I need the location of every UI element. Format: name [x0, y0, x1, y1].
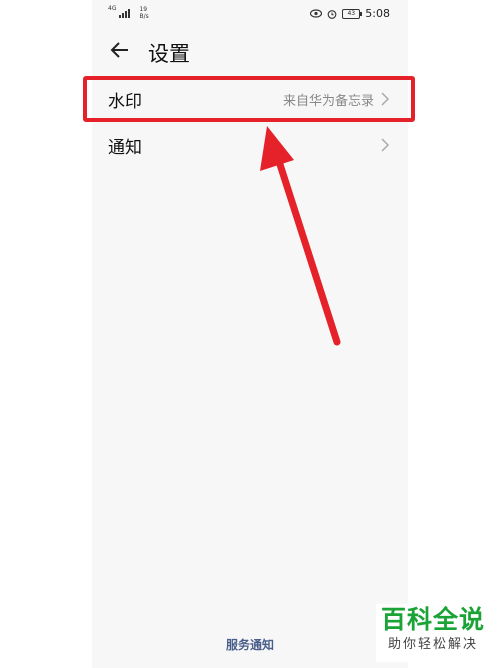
- status-bar: 4G 19 B/s 43 5:08: [92, 0, 408, 26]
- brand-name: 百科全说: [380, 605, 485, 634]
- network-type: 4G: [108, 5, 117, 12]
- watermark-value: 来自华为备忘录: [282, 93, 374, 109]
- speed-unit: B/s: [139, 13, 149, 20]
- left-margin: [0, 0, 92, 668]
- back-arrow-icon[interactable]: [108, 38, 132, 62]
- phone-screen: 4G 19 B/s 43 5:08 设置 水印 来自华为备忘录 通知 服务通知: [92, 0, 408, 668]
- clock: 5:08: [365, 7, 390, 20]
- notification-label: 通知: [108, 137, 142, 158]
- chevron-right-icon: [381, 138, 390, 152]
- service-notification-link[interactable]: 服务通知: [92, 636, 408, 653]
- battery-icon: 43: [342, 8, 363, 19]
- notification-row[interactable]: 通知: [92, 122, 408, 168]
- network-speed: 19 B/s: [139, 6, 148, 20]
- header: 设置: [92, 28, 408, 74]
- watermark-row[interactable]: 水印 来自华为备忘录: [92, 76, 408, 122]
- eye-icon: [310, 9, 323, 18]
- speed-value: 19: [139, 6, 148, 13]
- chevron-right-icon: [381, 92, 390, 106]
- brand-watermark: 百科全说 助你轻松解决: [376, 604, 490, 662]
- signal-icon: [119, 8, 131, 18]
- alarm-icon: [327, 9, 337, 19]
- right-margin: [408, 0, 500, 668]
- watermark-label: 水印: [108, 91, 142, 112]
- status-right: 43 5:08: [310, 7, 390, 20]
- page-title: 设置: [148, 42, 190, 66]
- brand-tagline: 助你轻松解决: [387, 637, 478, 652]
- status-left: 4G 19 B/s: [108, 5, 149, 21]
